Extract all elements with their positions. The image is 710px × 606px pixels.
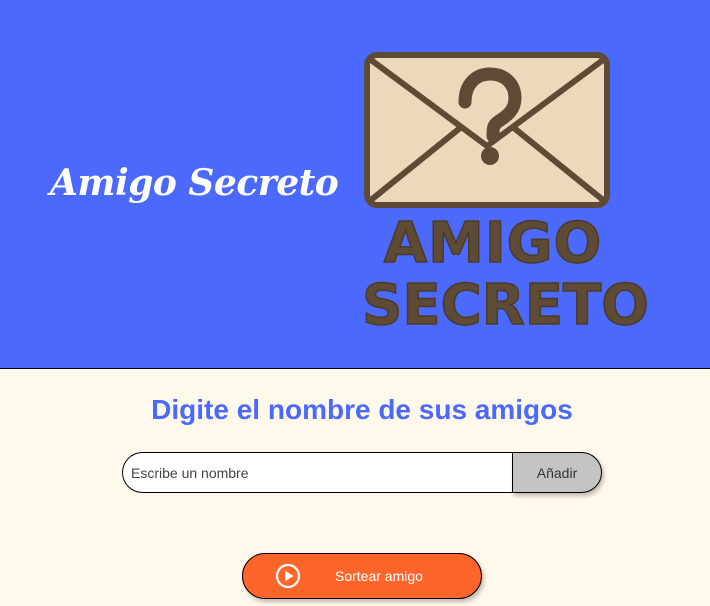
- draw-button-label: Sortear amigo: [335, 568, 423, 584]
- amigo-secreto-logo: AMIGO SECRETO: [361, 50, 650, 334]
- main-section: Digite el nombre de sus amigos Añadir So…: [0, 369, 710, 606]
- section-heading: Digite el nombre de sus amigos: [151, 394, 573, 425]
- logo-text-line2: SECRETO: [361, 273, 649, 338]
- add-button[interactable]: Añadir: [512, 452, 602, 493]
- draw-friend-button[interactable]: Sortear amigo: [242, 553, 482, 599]
- name-input[interactable]: [122, 452, 514, 493]
- header-banner: Amigo Secreto AMIGO SECRETO: [0, 0, 710, 369]
- app-title: Amigo Secreto: [50, 162, 339, 204]
- play-circle-icon: [275, 563, 301, 589]
- envelope-question-icon: [364, 52, 610, 208]
- logo-text-line1: AMIGO: [383, 211, 603, 276]
- name-input-group: Añadir: [122, 452, 602, 493]
